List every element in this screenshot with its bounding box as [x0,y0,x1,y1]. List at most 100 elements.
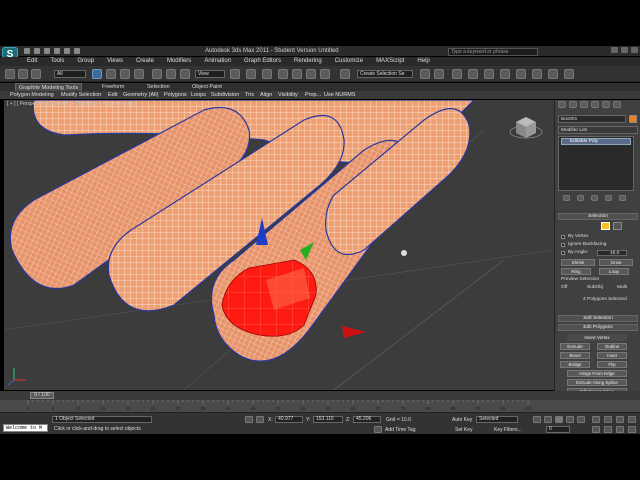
menu-tools[interactable]: Tools [50,57,64,66]
by-angle-checkbox[interactable] [561,251,565,255]
select-by-name-icon[interactable] [106,69,116,79]
render-setup-icon[interactable] [532,69,542,79]
spinner-snap-icon[interactable] [320,69,330,79]
bridge-button[interactable]: Bridge [560,361,590,368]
maxscript-listener[interactable]: Welcome to M [3,424,48,432]
current-frame-field[interactable]: 0 [546,426,570,433]
panel-use-nurms[interactable]: Use NURMS [324,91,355,99]
material-editor-icon[interactable] [516,69,526,79]
keyboard-shortcut-icon[interactable] [262,69,272,79]
extrude-button[interactable]: Extrude [560,343,590,350]
polygon-mode-icon[interactable] [601,222,610,230]
time-slider[interactable]: 0 / 100 [0,391,640,400]
zoom-all-icon[interactable] [604,416,612,423]
panel-edit[interactable]: Edit [108,91,117,99]
tab-selection[interactable]: Selection [147,83,170,91]
region-select-icon[interactable] [120,69,130,79]
orbit-icon[interactable] [616,426,624,433]
absolute-mode-icon[interactable] [256,416,264,423]
panel-align[interactable]: Align [260,91,272,99]
window-crossing-icon[interactable] [134,69,144,79]
selection-rollout[interactable]: Selection [558,213,638,220]
preview-multi-radio[interactable]: Multi [617,285,627,290]
selection-filter-dropdown[interactable]: All [54,70,86,78]
zoom-extents-all-icon[interactable] [628,416,636,423]
panel-modify-selection[interactable]: Modify Selection [61,91,101,99]
undo-icon[interactable] [54,48,60,54]
motion-tab-icon[interactable] [591,101,599,108]
edit-polygons-rollout[interactable]: Edit Polygons [558,324,638,331]
menu-modifiers[interactable]: Modifiers [167,57,191,66]
rotate-icon[interactable] [166,69,176,79]
ignore-backfacing-checkbox[interactable] [561,243,565,247]
angle-snap-icon[interactable] [292,69,302,79]
remove-modifier-icon[interactable] [605,195,612,201]
menu-maxscript[interactable]: MAXScript [376,57,404,66]
mirror-icon[interactable] [420,69,430,79]
go-to-end-icon[interactable] [577,416,585,423]
by-vertex-checkbox[interactable] [561,235,565,239]
menu-customize[interactable]: Customize [335,57,363,66]
ring-button[interactable]: Ring [561,268,591,275]
inset-button[interactable]: Inset [597,352,627,359]
menu-help[interactable]: Help [417,57,429,66]
panel-visibility[interactable]: Visibility [278,91,298,99]
outline-button[interactable]: Outline [597,343,627,350]
search-input[interactable]: Type a keyword or phrase [448,48,538,56]
menu-animation[interactable]: Animation [204,57,231,66]
redo-icon[interactable] [64,48,70,54]
angle-spinner[interactable]: 45.0 [597,250,627,256]
close-icon[interactable] [631,47,638,53]
open-file-icon[interactable] [34,48,40,54]
maximize-icon[interactable] [621,47,628,53]
tab-object-paint[interactable]: Object Paint [192,83,222,91]
menu-create[interactable]: Create [136,57,154,66]
named-selection-dropdown[interactable]: Create Selection Se [357,70,413,78]
show-end-result-icon[interactable] [577,195,584,201]
menu-graph-editors[interactable]: Graph Editors [244,57,281,66]
add-time-tag-icon[interactable] [374,426,382,433]
hinge-from-edge-button[interactable]: Hinge From Edge [567,370,627,377]
stack-item[interactable]: Editable Poly [561,138,631,145]
edit-named-selection-icon[interactable] [340,69,350,79]
new-file-icon[interactable] [24,48,30,54]
link-icon[interactable] [31,69,41,79]
redo-button-icon[interactable] [18,69,28,79]
insert-vertex-button[interactable]: Insert Vertex [567,334,627,341]
y-coord-field[interactable]: 153.115 [313,416,343,423]
select-object-icon[interactable] [92,69,102,79]
menu-rendering[interactable]: Rendering [294,57,322,66]
viewcube-icon[interactable] [509,117,543,139]
shrink-button[interactable]: Shrink [561,259,595,266]
flip-button[interactable]: Flip [597,361,627,368]
snap-icon[interactable] [278,69,288,79]
graphite-toggle-icon[interactable] [468,69,478,79]
panel-polygons[interactable]: Polygons [164,91,187,99]
project-folder-icon[interactable] [74,48,80,54]
make-unique-icon[interactable] [591,195,598,201]
loop-button[interactable]: Loop [599,268,629,275]
add-time-tag-label[interactable]: Add Time Tag [385,427,415,433]
object-name-field[interactable]: Box001 [558,115,626,123]
x-coord-field[interactable]: 40.977 [275,416,303,423]
panel-geometry-all[interactable]: Geometry (All) [123,91,158,99]
pivot-icon[interactable] [230,69,240,79]
layer-manager-icon[interactable] [452,69,462,79]
hierarchy-tab-icon[interactable] [580,101,588,108]
tab-freeform[interactable]: Freeform [102,83,124,91]
panel-loops[interactable]: Loops [191,91,206,99]
key-mode-dropdown[interactable]: Selected [476,416,518,423]
field-of-view-icon[interactable] [592,426,600,433]
modify-tab-icon[interactable] [569,101,577,108]
save-file-icon[interactable] [44,48,50,54]
percent-snap-icon[interactable] [306,69,316,79]
key-filters-button[interactable]: Key Filters... [494,427,522,433]
menu-group[interactable]: Group [77,57,94,66]
pan-icon[interactable] [604,426,612,433]
align-icon[interactable] [434,69,444,79]
zoom-icon[interactable] [592,416,600,423]
track-bar[interactable]: 0 5 10 15 20 25 30 35 40 45 50 55 60 65 70 75 80 85 90 95 10… [0,400,640,412]
display-tab-icon[interactable] [602,101,610,108]
schematic-view-icon[interactable] [500,69,510,79]
panel-polygon-modeling[interactable]: Polygon Modeling [10,91,54,99]
